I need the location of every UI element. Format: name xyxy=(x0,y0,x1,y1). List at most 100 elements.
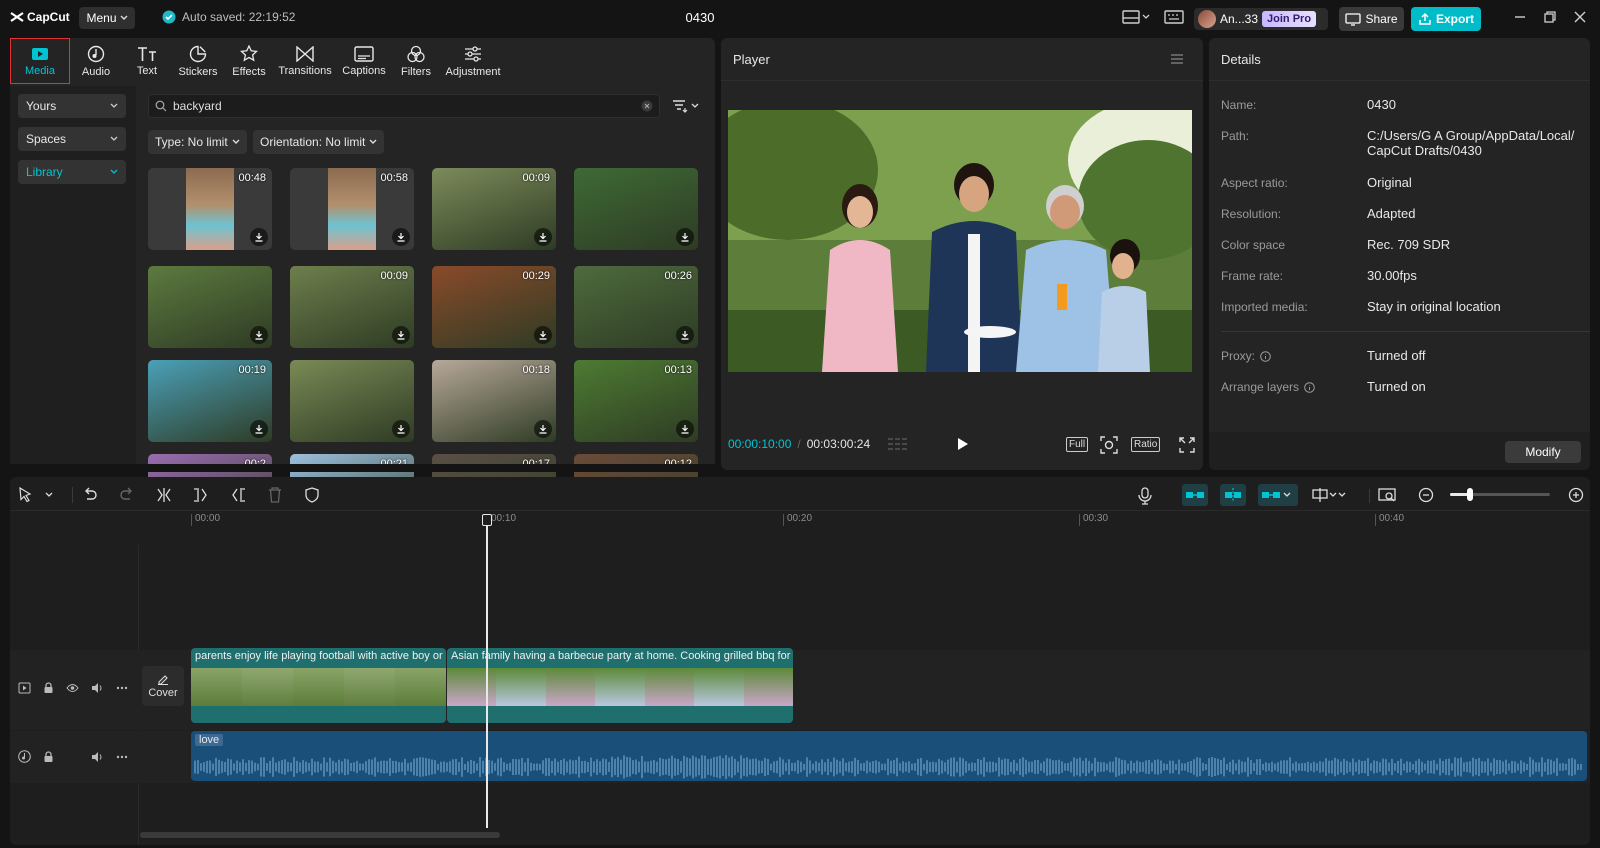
info-icon[interactable] xyxy=(1260,350,1271,362)
media-thumbnail[interactable]: 00:09 xyxy=(432,168,556,250)
hamburger-icon[interactable] xyxy=(1170,53,1184,65)
media-thumbnail[interactable]: 00:19 xyxy=(148,360,272,442)
split-icon[interactable] xyxy=(156,487,172,503)
cover-button[interactable]: Cover xyxy=(142,666,184,706)
media-thumbnail[interactable]: 00:09 xyxy=(290,266,414,348)
tab-audio[interactable]: Audio xyxy=(70,38,122,84)
redo-icon[interactable] xyxy=(119,487,135,503)
download-icon[interactable] xyxy=(534,228,552,246)
media-thumbnail[interactable]: 00:26 xyxy=(574,266,698,348)
media-thumbnail[interactable]: 00:58 xyxy=(290,168,414,250)
chevron-down-icon xyxy=(120,15,128,20)
keyboard-icon[interactable] xyxy=(1164,9,1184,25)
microphone-icon[interactable] xyxy=(1138,487,1152,505)
info-icon[interactable] xyxy=(1304,381,1315,393)
detail-value-imported-media: Stay in original location xyxy=(1367,299,1501,314)
media-thumbnail[interactable]: 00:18 xyxy=(432,360,556,442)
arrange-layers-label: Arrange layers xyxy=(1221,380,1300,394)
tab-adjustment[interactable]: Adjustment xyxy=(440,38,506,84)
media-thumbnail[interactable] xyxy=(290,360,414,442)
speaker-icon[interactable] xyxy=(91,682,104,694)
trash-icon[interactable] xyxy=(268,487,282,503)
more-icon[interactable] xyxy=(116,686,128,690)
timeline-scrollbar[interactable] xyxy=(140,832,500,838)
download-icon[interactable] xyxy=(534,420,552,438)
type-filter-dropdown[interactable]: Type: No limit xyxy=(148,130,247,154)
sidebar-item-library[interactable]: Library xyxy=(18,160,126,184)
download-icon[interactable] xyxy=(676,420,694,438)
zoom-slider[interactable] xyxy=(1450,488,1550,501)
ratio-button[interactable]: Ratio xyxy=(1131,437,1161,452)
media-thumbnail[interactable]: 00:13 xyxy=(574,360,698,442)
media-thumbnail[interactable]: 00:48 xyxy=(148,168,272,250)
join-pro-button[interactable]: Join Pro xyxy=(1262,11,1317,27)
delete-right-icon[interactable] xyxy=(230,487,246,503)
lock-icon[interactable] xyxy=(43,750,54,763)
sort-filter-icon[interactable] xyxy=(672,99,700,113)
type-filter-label: Type: No limit xyxy=(155,135,228,149)
tab-transitions[interactable]: Transitions xyxy=(274,38,336,84)
share-label: Share xyxy=(1365,12,1398,26)
restore-icon[interactable] xyxy=(1543,10,1557,24)
share-button[interactable]: Share xyxy=(1339,7,1404,31)
full-quality-button[interactable]: Full xyxy=(1066,437,1089,452)
screen-capture-icon[interactable] xyxy=(1100,436,1118,454)
download-icon[interactable] xyxy=(250,228,268,246)
speaker-icon[interactable] xyxy=(91,751,104,763)
download-icon[interactable] xyxy=(392,326,410,344)
zoom-in-icon[interactable] xyxy=(1568,487,1584,503)
download-icon[interactable] xyxy=(392,228,410,246)
play-button[interactable] xyxy=(955,437,969,451)
audio-clip-love[interactable]: love xyxy=(191,731,1587,781)
export-button[interactable]: Export xyxy=(1411,7,1481,31)
tab-text[interactable]: Text xyxy=(122,38,172,84)
preview-axis-icon[interactable] xyxy=(1312,487,1348,503)
layout-icon[interactable] xyxy=(1122,9,1150,25)
download-icon[interactable] xyxy=(250,326,268,344)
sidebar-item-yours[interactable]: Yours xyxy=(18,94,126,118)
select-tool-icon[interactable] xyxy=(18,487,56,503)
eye-icon[interactable] xyxy=(66,683,79,693)
download-icon[interactable] xyxy=(250,420,268,438)
menu-button[interactable]: Menu xyxy=(79,7,135,29)
download-icon[interactable] xyxy=(392,420,410,438)
tab-filters-label: Filters xyxy=(401,65,431,78)
lock-icon[interactable] xyxy=(43,682,54,694)
delete-left-icon[interactable] xyxy=(193,487,209,503)
shield-icon[interactable] xyxy=(305,487,319,503)
main-track-magnet-button[interactable] xyxy=(1182,484,1208,506)
playhead-handle[interactable] xyxy=(482,514,492,526)
video-clip-1[interactable]: parents enjoy life playing football with… xyxy=(191,648,446,723)
search-input[interactable]: backyard xyxy=(148,94,660,118)
video-clip-2[interactable]: Asian family having a barbecue party at … xyxy=(447,648,793,723)
tab-media[interactable]: Media xyxy=(10,38,70,84)
minimize-icon[interactable] xyxy=(1513,10,1527,24)
auto-snap-button[interactable] xyxy=(1220,484,1246,506)
sidebar-item-spaces[interactable]: Spaces xyxy=(18,127,126,151)
media-thumbnail[interactable] xyxy=(148,266,272,348)
timeline-preview-icon[interactable] xyxy=(1378,487,1396,503)
close-icon[interactable] xyxy=(1573,10,1587,24)
playhead[interactable] xyxy=(486,520,488,828)
zoom-slider-handle[interactable] xyxy=(1467,488,1473,501)
linkage-button[interactable] xyxy=(1258,484,1298,506)
timecode-grid-icon[interactable] xyxy=(887,437,909,451)
account-menu[interactable]: An...33 Join Pro xyxy=(1194,8,1328,30)
tab-effects[interactable]: Effects xyxy=(224,38,274,84)
orientation-filter-dropdown[interactable]: Orientation: No limit xyxy=(253,130,385,154)
tab-stickers[interactable]: Stickers xyxy=(172,38,224,84)
media-thumbnail[interactable] xyxy=(574,168,698,250)
fullscreen-icon[interactable] xyxy=(1179,437,1195,453)
modify-button[interactable]: Modify xyxy=(1505,441,1581,463)
zoom-out-icon[interactable] xyxy=(1418,487,1434,503)
tab-captions[interactable]: Captions xyxy=(336,38,392,84)
download-icon[interactable] xyxy=(676,326,694,344)
download-icon[interactable] xyxy=(676,228,694,246)
download-icon[interactable] xyxy=(534,326,552,344)
video-preview[interactable] xyxy=(728,110,1192,372)
tab-filters[interactable]: Filters xyxy=(392,38,440,84)
clear-icon[interactable] xyxy=(641,100,653,112)
more-icon[interactable] xyxy=(116,755,128,759)
undo-icon[interactable] xyxy=(82,487,98,503)
media-thumbnail[interactable]: 00:29 xyxy=(432,266,556,348)
